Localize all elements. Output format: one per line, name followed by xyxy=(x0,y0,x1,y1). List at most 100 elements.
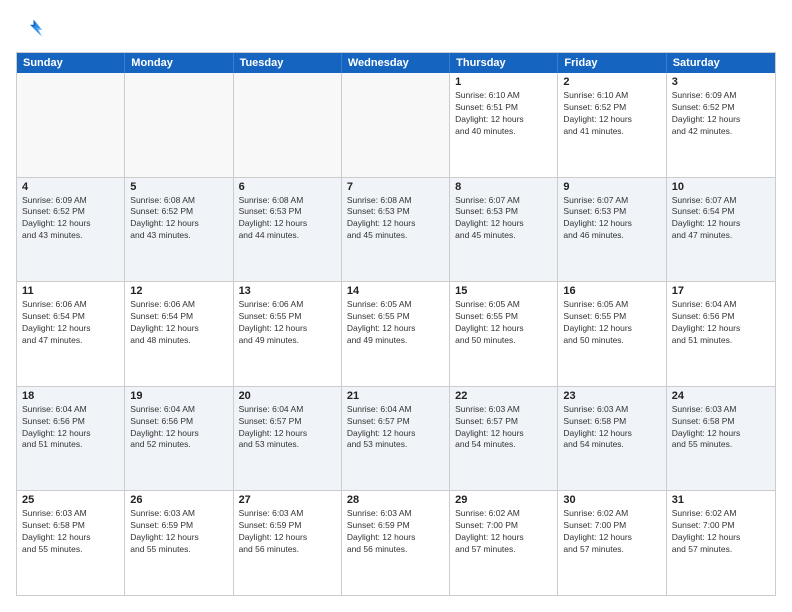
day-info: Sunrise: 6:07 AM Sunset: 6:53 PM Dayligh… xyxy=(455,195,552,243)
day-info: Sunrise: 6:06 AM Sunset: 6:54 PM Dayligh… xyxy=(130,299,227,347)
day-number: 23 xyxy=(563,390,660,402)
day-number: 20 xyxy=(239,390,336,402)
day-cell-28: 28 Sunrise: 6:03 AM Sunset: 6:59 PM Dayli… xyxy=(342,491,450,595)
day-cell-30: 30 Sunrise: 6:02 AM Sunset: 7:00 PM Dayli… xyxy=(558,491,666,595)
day-info: Sunrise: 6:05 AM Sunset: 6:55 PM Dayligh… xyxy=(455,299,552,347)
logo xyxy=(16,16,48,44)
day-cell-1: 1Sunrise: 6:10 AM Sunset: 6:51 PM Daylig… xyxy=(450,73,558,177)
day-info: Sunrise: 6:08 AM Sunset: 6:53 PM Dayligh… xyxy=(347,195,444,243)
day-info: Sunrise: 6:05 AM Sunset: 6:55 PM Dayligh… xyxy=(563,299,660,347)
day-cell-6: 6Sunrise: 6:08 AM Sunset: 6:53 PM Daylig… xyxy=(234,178,342,282)
day-info: Sunrise: 6:02 AM Sunset: 7:00 PM Dayligh… xyxy=(672,508,770,556)
day-info: Sunrise: 6:07 AM Sunset: 6:53 PM Dayligh… xyxy=(563,195,660,243)
calendar-week-3: 11 Sunrise: 6:06 AM Sunset: 6:54 PM Dayli… xyxy=(17,281,775,386)
day-info: Sunrise: 6:03 AM Sunset: 6:58 PM Dayligh… xyxy=(22,508,119,556)
day-cell-8: 8 Sunrise: 6:07 AM Sunset: 6:53 PM Daylig… xyxy=(450,178,558,282)
day-cell-20: 20 Sunrise: 6:04 AM Sunset: 6:57 PM Dayli… xyxy=(234,387,342,491)
page: SundayMondayTuesdayWednesdayThursdayFrid… xyxy=(0,0,792,612)
day-info: Sunrise: 6:03 AM Sunset: 6:58 PM Dayligh… xyxy=(672,404,770,452)
day-info: Sunrise: 6:10 AM Sunset: 6:52 PM Dayligh… xyxy=(563,90,660,138)
day-info: Sunrise: 6:02 AM Sunset: 7:00 PM Dayligh… xyxy=(455,508,552,556)
day-cell-2: 2Sunrise: 6:10 AM Sunset: 6:52 PM Daylig… xyxy=(558,73,666,177)
day-cell-18: 18 Sunrise: 6:04 AM Sunset: 6:56 PM Dayli… xyxy=(17,387,125,491)
day-info: Sunrise: 6:03 AM Sunset: 6:57 PM Dayligh… xyxy=(455,404,552,452)
day-number: 31 xyxy=(672,494,770,506)
day-info: Sunrise: 6:04 AM Sunset: 6:56 PM Dayligh… xyxy=(22,404,119,452)
day-cell-5: 5 Sunrise: 6:08 AM Sunset: 6:52 PM Daylig… xyxy=(125,178,233,282)
day-info: Sunrise: 6:03 AM Sunset: 6:59 PM Dayligh… xyxy=(239,508,336,556)
empty-cell xyxy=(234,73,342,177)
day-number: 22 xyxy=(455,390,552,402)
day-number: 11 xyxy=(22,285,119,297)
day-header-wednesday: Wednesday xyxy=(342,53,450,73)
day-header-tuesday: Tuesday xyxy=(234,53,342,73)
day-number: 13 xyxy=(239,285,336,297)
day-number: 24 xyxy=(672,390,770,402)
day-number: 1 xyxy=(455,76,552,88)
day-cell-19: 19 Sunrise: 6:04 AM Sunset: 6:56 PM Dayli… xyxy=(125,387,233,491)
day-number: 12 xyxy=(130,285,227,297)
day-number: 9 xyxy=(563,181,660,193)
day-header-sunday: Sunday xyxy=(17,53,125,73)
day-number: 26 xyxy=(130,494,227,506)
day-info: Sunrise: 6:09 AM Sunset: 6:52 PM Dayligh… xyxy=(672,90,770,138)
day-number: 28 xyxy=(347,494,444,506)
day-cell-3: 3 Sunrise: 6:09 AM Sunset: 6:52 PM Daylig… xyxy=(667,73,775,177)
empty-cell xyxy=(125,73,233,177)
day-info: Sunrise: 6:07 AM Sunset: 6:54 PM Dayligh… xyxy=(672,195,770,243)
day-info: Sunrise: 6:04 AM Sunset: 6:56 PM Dayligh… xyxy=(130,404,227,452)
day-header-friday: Friday xyxy=(558,53,666,73)
day-cell-27: 27Sunrise: 6:03 AM Sunset: 6:59 PM Dayli… xyxy=(234,491,342,595)
day-number: 16 xyxy=(563,285,660,297)
day-number: 29 xyxy=(455,494,552,506)
day-number: 5 xyxy=(130,181,227,193)
logo-icon xyxy=(16,16,44,44)
day-info: Sunrise: 6:09 AM Sunset: 6:52 PM Dayligh… xyxy=(22,195,119,243)
header xyxy=(16,16,776,44)
day-cell-7: 7 Sunrise: 6:08 AM Sunset: 6:53 PM Daylig… xyxy=(342,178,450,282)
day-info: Sunrise: 6:08 AM Sunset: 6:52 PM Dayligh… xyxy=(130,195,227,243)
day-info: Sunrise: 6:04 AM Sunset: 6:56 PM Dayligh… xyxy=(672,299,770,347)
day-cell-21: 21 Sunrise: 6:04 AM Sunset: 6:57 PM Dayli… xyxy=(342,387,450,491)
day-number: 30 xyxy=(563,494,660,506)
day-info: Sunrise: 6:04 AM Sunset: 6:57 PM Dayligh… xyxy=(347,404,444,452)
calendar-week-1: 1Sunrise: 6:10 AM Sunset: 6:51 PM Daylig… xyxy=(17,73,775,177)
day-cell-24: 24 Sunrise: 6:03 AM Sunset: 6:58 PM Dayli… xyxy=(667,387,775,491)
day-cell-9: 9 Sunrise: 6:07 AM Sunset: 6:53 PM Daylig… xyxy=(558,178,666,282)
day-header-saturday: Saturday xyxy=(667,53,775,73)
day-info: Sunrise: 6:06 AM Sunset: 6:54 PM Dayligh… xyxy=(22,299,119,347)
day-number: 3 xyxy=(672,76,770,88)
day-cell-16: 16 Sunrise: 6:05 AM Sunset: 6:55 PM Dayli… xyxy=(558,282,666,386)
day-info: Sunrise: 6:05 AM Sunset: 6:55 PM Dayligh… xyxy=(347,299,444,347)
day-cell-31: 31 Sunrise: 6:02 AM Sunset: 7:00 PM Dayli… xyxy=(667,491,775,595)
day-number: 21 xyxy=(347,390,444,402)
day-number: 10 xyxy=(672,181,770,193)
empty-cell xyxy=(342,73,450,177)
calendar-week-5: 25 Sunrise: 6:03 AM Sunset: 6:58 PM Dayli… xyxy=(17,490,775,595)
day-info: Sunrise: 6:03 AM Sunset: 6:59 PM Dayligh… xyxy=(347,508,444,556)
day-number: 8 xyxy=(455,181,552,193)
day-number: 6 xyxy=(239,181,336,193)
day-header-monday: Monday xyxy=(125,53,233,73)
calendar-body: 1Sunrise: 6:10 AM Sunset: 6:51 PM Daylig… xyxy=(17,73,775,595)
day-cell-10: 10 Sunrise: 6:07 AM Sunset: 6:54 PM Dayli… xyxy=(667,178,775,282)
day-cell-29: 29 Sunrise: 6:02 AM Sunset: 7:00 PM Dayli… xyxy=(450,491,558,595)
calendar-week-2: 4Sunrise: 6:09 AM Sunset: 6:52 PM Daylig… xyxy=(17,177,775,282)
day-cell-12: 12 Sunrise: 6:06 AM Sunset: 6:54 PM Dayli… xyxy=(125,282,233,386)
day-number: 25 xyxy=(22,494,119,506)
calendar: SundayMondayTuesdayWednesdayThursdayFrid… xyxy=(16,52,776,596)
day-cell-13: 13Sunrise: 6:06 AM Sunset: 6:55 PM Dayli… xyxy=(234,282,342,386)
day-cell-25: 25 Sunrise: 6:03 AM Sunset: 6:58 PM Dayli… xyxy=(17,491,125,595)
day-info: Sunrise: 6:02 AM Sunset: 7:00 PM Dayligh… xyxy=(563,508,660,556)
day-number: 18 xyxy=(22,390,119,402)
day-info: Sunrise: 6:04 AM Sunset: 6:57 PM Dayligh… xyxy=(239,404,336,452)
day-info: Sunrise: 6:03 AM Sunset: 6:58 PM Dayligh… xyxy=(563,404,660,452)
day-cell-14: 14Sunrise: 6:05 AM Sunset: 6:55 PM Dayli… xyxy=(342,282,450,386)
day-cell-15: 15Sunrise: 6:05 AM Sunset: 6:55 PM Dayli… xyxy=(450,282,558,386)
day-cell-26: 26Sunrise: 6:03 AM Sunset: 6:59 PM Dayli… xyxy=(125,491,233,595)
day-number: 7 xyxy=(347,181,444,193)
day-cell-4: 4Sunrise: 6:09 AM Sunset: 6:52 PM Daylig… xyxy=(17,178,125,282)
day-cell-23: 23 Sunrise: 6:03 AM Sunset: 6:58 PM Dayli… xyxy=(558,387,666,491)
day-cell-17: 17Sunrise: 6:04 AM Sunset: 6:56 PM Dayli… xyxy=(667,282,775,386)
day-number: 19 xyxy=(130,390,227,402)
